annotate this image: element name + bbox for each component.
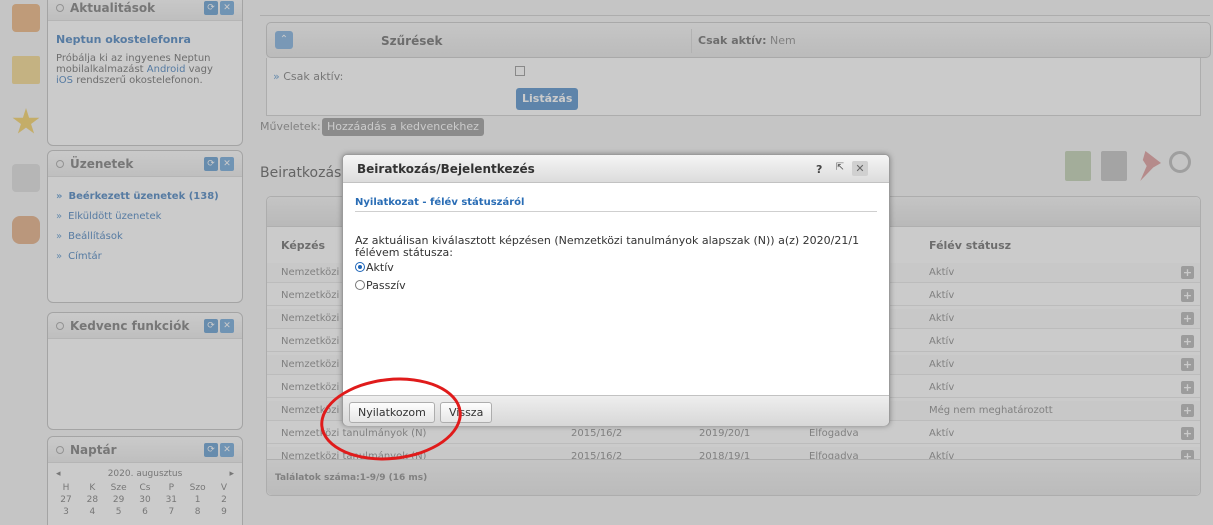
radio-option-active[interactable]: Aktív [355, 261, 394, 274]
help-icon[interactable]: ? [816, 163, 822, 176]
radio-selected-icon[interactable] [355, 262, 365, 272]
close-icon[interactable]: ✕ [852, 161, 868, 176]
divider [355, 211, 877, 212]
dialog-title: Beiratkozás/Bejelentkezés [357, 162, 535, 176]
radio-label: Passzív [366, 279, 406, 292]
dialog-statement: Az aktuálisan kiválasztott képzésen (Nem… [355, 234, 860, 259]
radio-label: Aktív [366, 261, 394, 274]
dialog-subtitle: Nyilatkozat - félév státuszáról [355, 197, 525, 208]
radio-unselected-icon[interactable] [355, 280, 365, 290]
popout-icon[interactable]: ⇱ [833, 161, 847, 175]
dialog-header: Beiratkozás/Bejelentkezés ? ⇱ ✕ [343, 155, 889, 183]
radio-option-passive[interactable]: Passzív [355, 279, 406, 292]
